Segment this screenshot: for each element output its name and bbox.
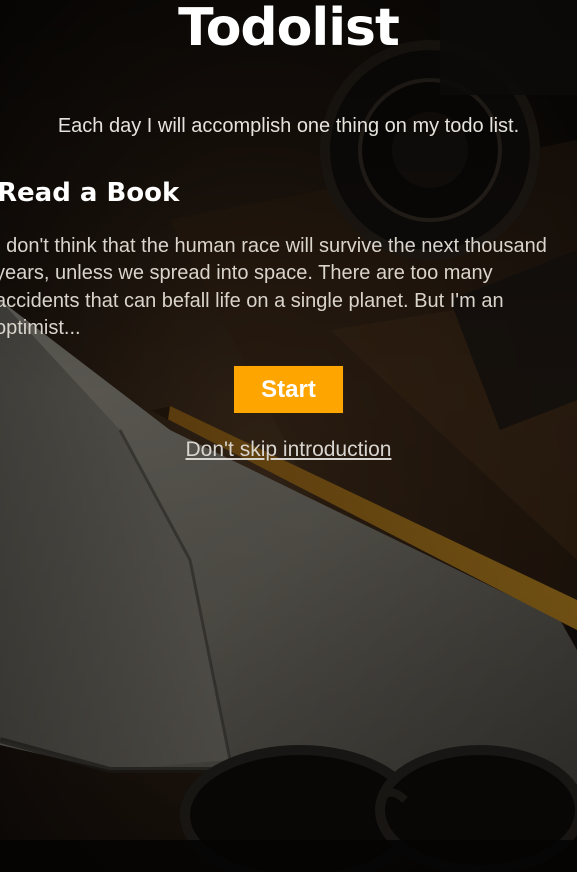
tagline-text: Each day I will accomplish one thing on … (57, 115, 520, 137)
app-title: Todolist (178, 0, 400, 58)
task-title: Read a Book (0, 178, 180, 208)
intro-content: Todolist Each day I will accomplish one … (0, 0, 577, 872)
start-button[interactable]: Start (233, 365, 344, 414)
task-description: I don't think that the human race will s… (0, 235, 547, 339)
tagline: Each day I will accomplish one thing on … (0, 113, 577, 139)
todolist-screen: Todolist Each day I will accomplish one … (0, 0, 577, 872)
skip-introduction-link[interactable]: Don't skip introduction (0, 437, 577, 463)
